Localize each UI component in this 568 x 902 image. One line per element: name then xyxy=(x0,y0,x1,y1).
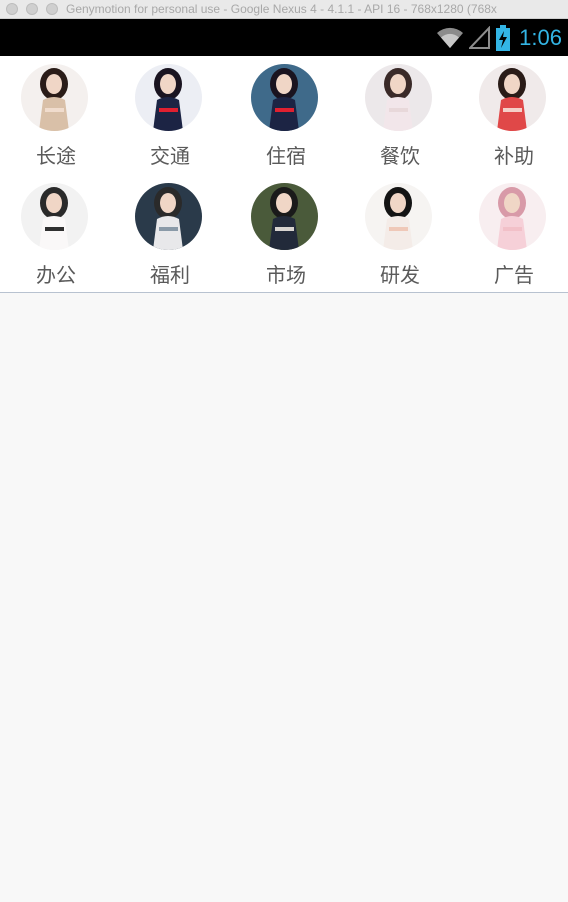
avatar-photo xyxy=(21,64,88,131)
grid-item-label: 广告 xyxy=(494,263,534,287)
zoom-window-button[interactable] xyxy=(46,3,58,15)
grid-item-label: 市场 xyxy=(266,263,306,287)
avatar-photo xyxy=(479,64,546,131)
grid-item[interactable]: 研发 xyxy=(343,175,457,293)
avatar-photo xyxy=(135,64,202,131)
android-status-bar: 1:06 xyxy=(0,19,568,56)
close-window-button[interactable] xyxy=(6,3,18,15)
avatar-photo xyxy=(251,64,318,131)
grid-item-label: 餐饮 xyxy=(380,144,420,168)
grid-item[interactable]: 交通 xyxy=(113,56,227,174)
category-grid: 长途 交通 住宿 餐饮 补助办公 福利 市场 研发 广告 xyxy=(0,56,568,293)
avatar-photo xyxy=(365,183,432,250)
grid-item-label: 交通 xyxy=(150,144,190,168)
window-title: Genymotion for personal use - Google Nex… xyxy=(66,2,497,16)
grid-item-label: 长途 xyxy=(36,144,76,168)
avatar-photo xyxy=(135,183,202,250)
window-title-bar: Genymotion for personal use - Google Nex… xyxy=(0,0,568,19)
grid-item-label: 补助 xyxy=(494,144,534,168)
minimize-window-button[interactable] xyxy=(26,3,38,15)
grid-item[interactable]: 广告 xyxy=(457,175,568,293)
status-time: 1:06 xyxy=(519,24,562,50)
grid-item[interactable]: 补助 xyxy=(457,56,568,174)
avatar-photo xyxy=(21,183,88,250)
avatar-photo xyxy=(251,183,318,250)
battery-charging-icon xyxy=(496,24,511,51)
grid-item[interactable]: 餐饮 xyxy=(343,56,457,174)
grid-item-label: 福利 xyxy=(150,263,190,287)
grid-item[interactable]: 市场 xyxy=(229,175,343,293)
avatar-photo xyxy=(365,64,432,131)
grid-item[interactable]: 长途 xyxy=(0,56,113,174)
wifi-icon xyxy=(437,27,464,48)
window-controls xyxy=(6,3,58,15)
grid-item[interactable]: 办公 xyxy=(0,175,113,293)
avatar-photo xyxy=(479,183,546,250)
grid-item[interactable]: 住宿 xyxy=(229,56,343,174)
grid-item[interactable]: 福利 xyxy=(113,175,227,293)
signal-icon xyxy=(469,25,491,49)
grid-item-label: 办公 xyxy=(36,263,76,287)
grid-item-label: 住宿 xyxy=(266,144,306,168)
grid-item-label: 研发 xyxy=(380,263,420,287)
